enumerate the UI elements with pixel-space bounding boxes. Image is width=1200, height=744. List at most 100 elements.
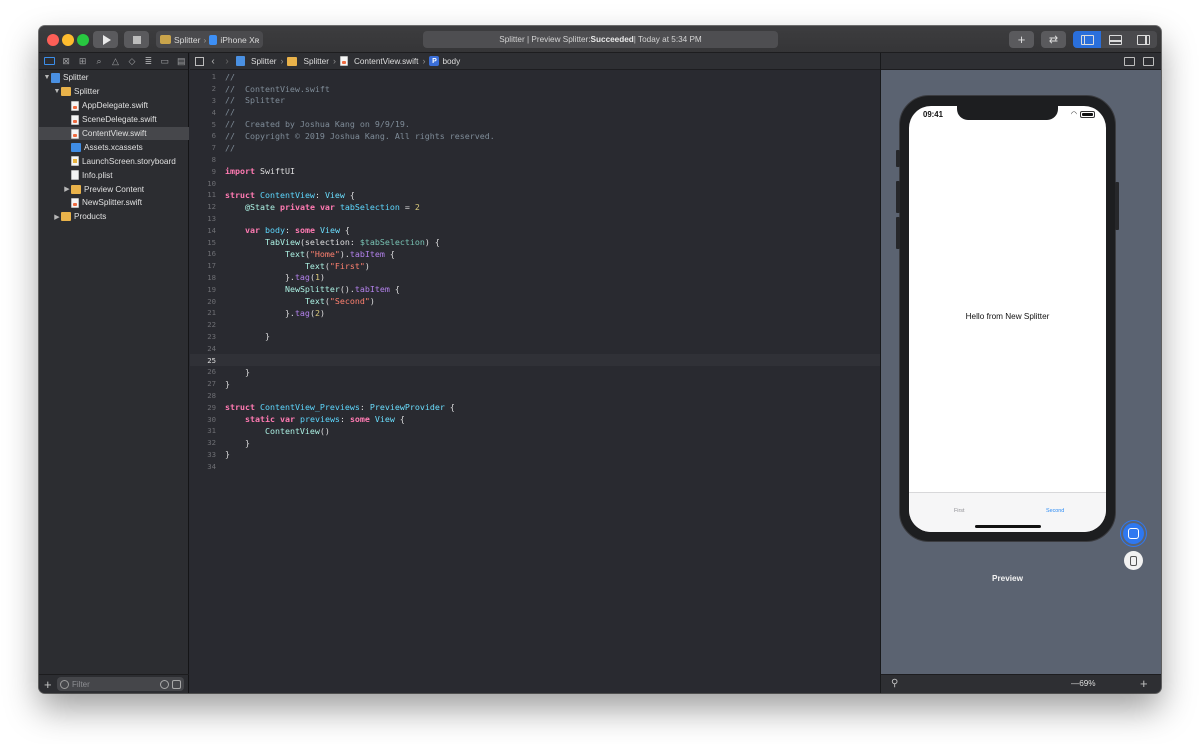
- tree-item[interactable]: ▼ Splitter: [39, 85, 189, 99]
- related-items-icon[interactable]: [195, 56, 204, 66]
- zoom-level[interactable]: —69%: [1071, 679, 1096, 688]
- code-line[interactable]: 20 Text("Second"): [190, 295, 880, 307]
- tree-item[interactable]: AppDelegate.swift: [39, 99, 189, 113]
- code-line[interactable]: 15 TabView(selection: $tabSelection) {: [190, 236, 880, 248]
- add-file-button[interactable]: +: [44, 678, 53, 691]
- tree-item[interactable]: ▶ Products: [39, 210, 189, 224]
- code-line[interactable]: 30 static var previews: some View {: [190, 413, 880, 425]
- code-line[interactable]: 16 Text("Home").tabItem {: [190, 248, 880, 260]
- code-line[interactable]: 7 //: [190, 142, 880, 154]
- back-arrow-icon[interactable]: ‹: [208, 56, 218, 67]
- tree-item[interactable]: Assets.xcassets: [39, 140, 189, 154]
- folder-icon[interactable]: [43, 55, 56, 68]
- code-text-area[interactable]: 1//2// ContentView.swift 3// Splitter 4//5…: [190, 71, 880, 693]
- toggle-debug-area-button[interactable]: [1101, 31, 1129, 48]
- code-token: Text: [304, 260, 325, 271]
- code-line[interactable]: 32 }: [190, 437, 880, 449]
- breakpoint-icon[interactable]: ▭: [158, 55, 171, 68]
- code-line[interactable]: 33}: [190, 449, 880, 461]
- tree-item[interactable]: ▶ Preview Content: [39, 182, 189, 196]
- code-line[interactable]: 23 }: [190, 331, 880, 343]
- line-number: 10: [207, 178, 216, 188]
- notch: [957, 106, 1058, 120]
- code-line[interactable]: 8: [190, 154, 880, 166]
- source-control-icon[interactable]: ⊠: [59, 55, 72, 68]
- device-icon: [209, 34, 218, 45]
- zoom-window-button[interactable]: [77, 34, 89, 46]
- code-line[interactable]: 6 // Copyright © 2019 Joshua Kang. All ri…: [190, 130, 880, 142]
- code-line[interactable]: 11 struct ContentView: View {: [190, 189, 880, 201]
- zoom-in-button[interactable]: +: [1140, 676, 1148, 691]
- close-window-button[interactable]: [47, 34, 59, 46]
- disclosure-closed-icon[interactable]: ▶: [53, 213, 61, 221]
- code-line[interactable]: 2 // ContentView.swift: [190, 83, 880, 95]
- disclosure-open-icon[interactable]: ▼: [43, 74, 51, 81]
- breadcrumb-symbol[interactable]: P body: [429, 56, 460, 66]
- pin-icon[interactable]: ⚲: [891, 678, 898, 689]
- code-line[interactable]: 21 }.tag(2): [190, 307, 880, 319]
- disclosure-closed-icon[interactable]: ▶: [63, 185, 71, 193]
- disclosure-open-icon[interactable]: ▼: [53, 88, 61, 95]
- tab-second[interactable]: Second: [1046, 508, 1064, 514]
- device-screen[interactable]: 09:41 ◠ Hello from New Splitter First Se…: [909, 106, 1106, 532]
- toggle-navigator-button[interactable]: [1073, 31, 1101, 48]
- minimize-window-button[interactable]: [62, 34, 74, 46]
- code-token: ContentView: [259, 189, 315, 200]
- code-review-button[interactable]: ⇄: [1041, 31, 1066, 48]
- code-token: ): [364, 260, 370, 271]
- code-line[interactable]: 12 @State private var tabSelection = 2: [190, 201, 880, 213]
- breadcrumb-file[interactable]: ContentView.swift: [339, 56, 418, 66]
- library-button[interactable]: +: [1009, 31, 1034, 48]
- code-line[interactable]: 4 //: [190, 106, 880, 118]
- breadcrumb-project[interactable]: Splitter: [236, 56, 276, 66]
- recent-files-icon[interactable]: [160, 679, 169, 689]
- toggle-inspector-button[interactable]: [1129, 31, 1157, 48]
- code-line[interactable]: 5 // Created by Joshua Kang on 9/9/19.: [190, 118, 880, 130]
- source-control-filter-icon[interactable]: [172, 679, 181, 689]
- tab-first[interactable]: First: [954, 508, 964, 514]
- code-line[interactable]: 29 struct ContentView_Previews: PreviewPr…: [190, 401, 880, 413]
- code-line[interactable]: 14 var body: some View {: [190, 224, 880, 236]
- warning-icon[interactable]: △: [109, 55, 122, 68]
- live-preview-button[interactable]: [1123, 523, 1144, 544]
- code-line[interactable]: 34: [190, 460, 880, 472]
- code-line[interactable]: 18 }.tag(1): [190, 272, 880, 284]
- stop-button[interactable]: [124, 31, 149, 48]
- split-editor-icon[interactable]: [1143, 56, 1154, 66]
- code-line[interactable]: 31 ContentView(): [190, 425, 880, 437]
- code-line[interactable]: 25: [190, 354, 880, 366]
- breadcrumb-folder[interactable]: Splitter: [287, 56, 329, 66]
- code-line[interactable]: 1 //: [190, 71, 880, 83]
- test-icon[interactable]: ◇: [125, 55, 138, 68]
- code-line[interactable]: 13: [190, 213, 880, 225]
- tree-item[interactable]: LaunchScreen.storyboard: [39, 154, 189, 168]
- scheme-selector[interactable]: Splitter › iPhone Xʀ: [156, 31, 263, 48]
- tree-item[interactable]: NewSplitter.swift: [39, 196, 189, 210]
- report-icon[interactable]: ▤: [175, 55, 188, 68]
- preview-on-device-button[interactable]: [1124, 551, 1143, 570]
- volume-down-button: [896, 217, 900, 249]
- forward-arrow-icon[interactable]: ›: [222, 56, 232, 67]
- code-line[interactable]: 3 // Splitter: [190, 95, 880, 107]
- run-button[interactable]: [93, 31, 118, 48]
- tree-item[interactable]: ContentView.swift: [39, 126, 189, 141]
- debug-icon[interactable]: ≣: [142, 55, 155, 68]
- code-line[interactable]: 26 }: [190, 366, 880, 378]
- filter-input[interactable]: Filter: [57, 677, 184, 691]
- code-line[interactable]: 9 import SwiftUI: [190, 165, 880, 177]
- code-line[interactable]: 22: [190, 319, 880, 331]
- editor-options-icon[interactable]: [1124, 56, 1135, 66]
- code-line[interactable]: 10: [190, 177, 880, 189]
- code-line[interactable]: 19 NewSplitter().tabItem {: [190, 283, 880, 295]
- zoom-out-icon[interactable]: —: [1071, 679, 1079, 688]
- symbol-icon[interactable]: ⊞: [76, 55, 89, 68]
- tree-item[interactable]: Info.plist: [39, 168, 189, 182]
- tree-item[interactable]: SceneDelegate.swift: [39, 113, 189, 127]
- code-line[interactable]: 17 Text("First"): [190, 260, 880, 272]
- tree-item[interactable]: ▼ Splitter: [39, 71, 189, 85]
- search-icon[interactable]: ⌕: [92, 55, 105, 68]
- code-line[interactable]: 24: [190, 342, 880, 354]
- code-line[interactable]: 28: [190, 390, 880, 402]
- code-line[interactable]: 27}: [190, 378, 880, 390]
